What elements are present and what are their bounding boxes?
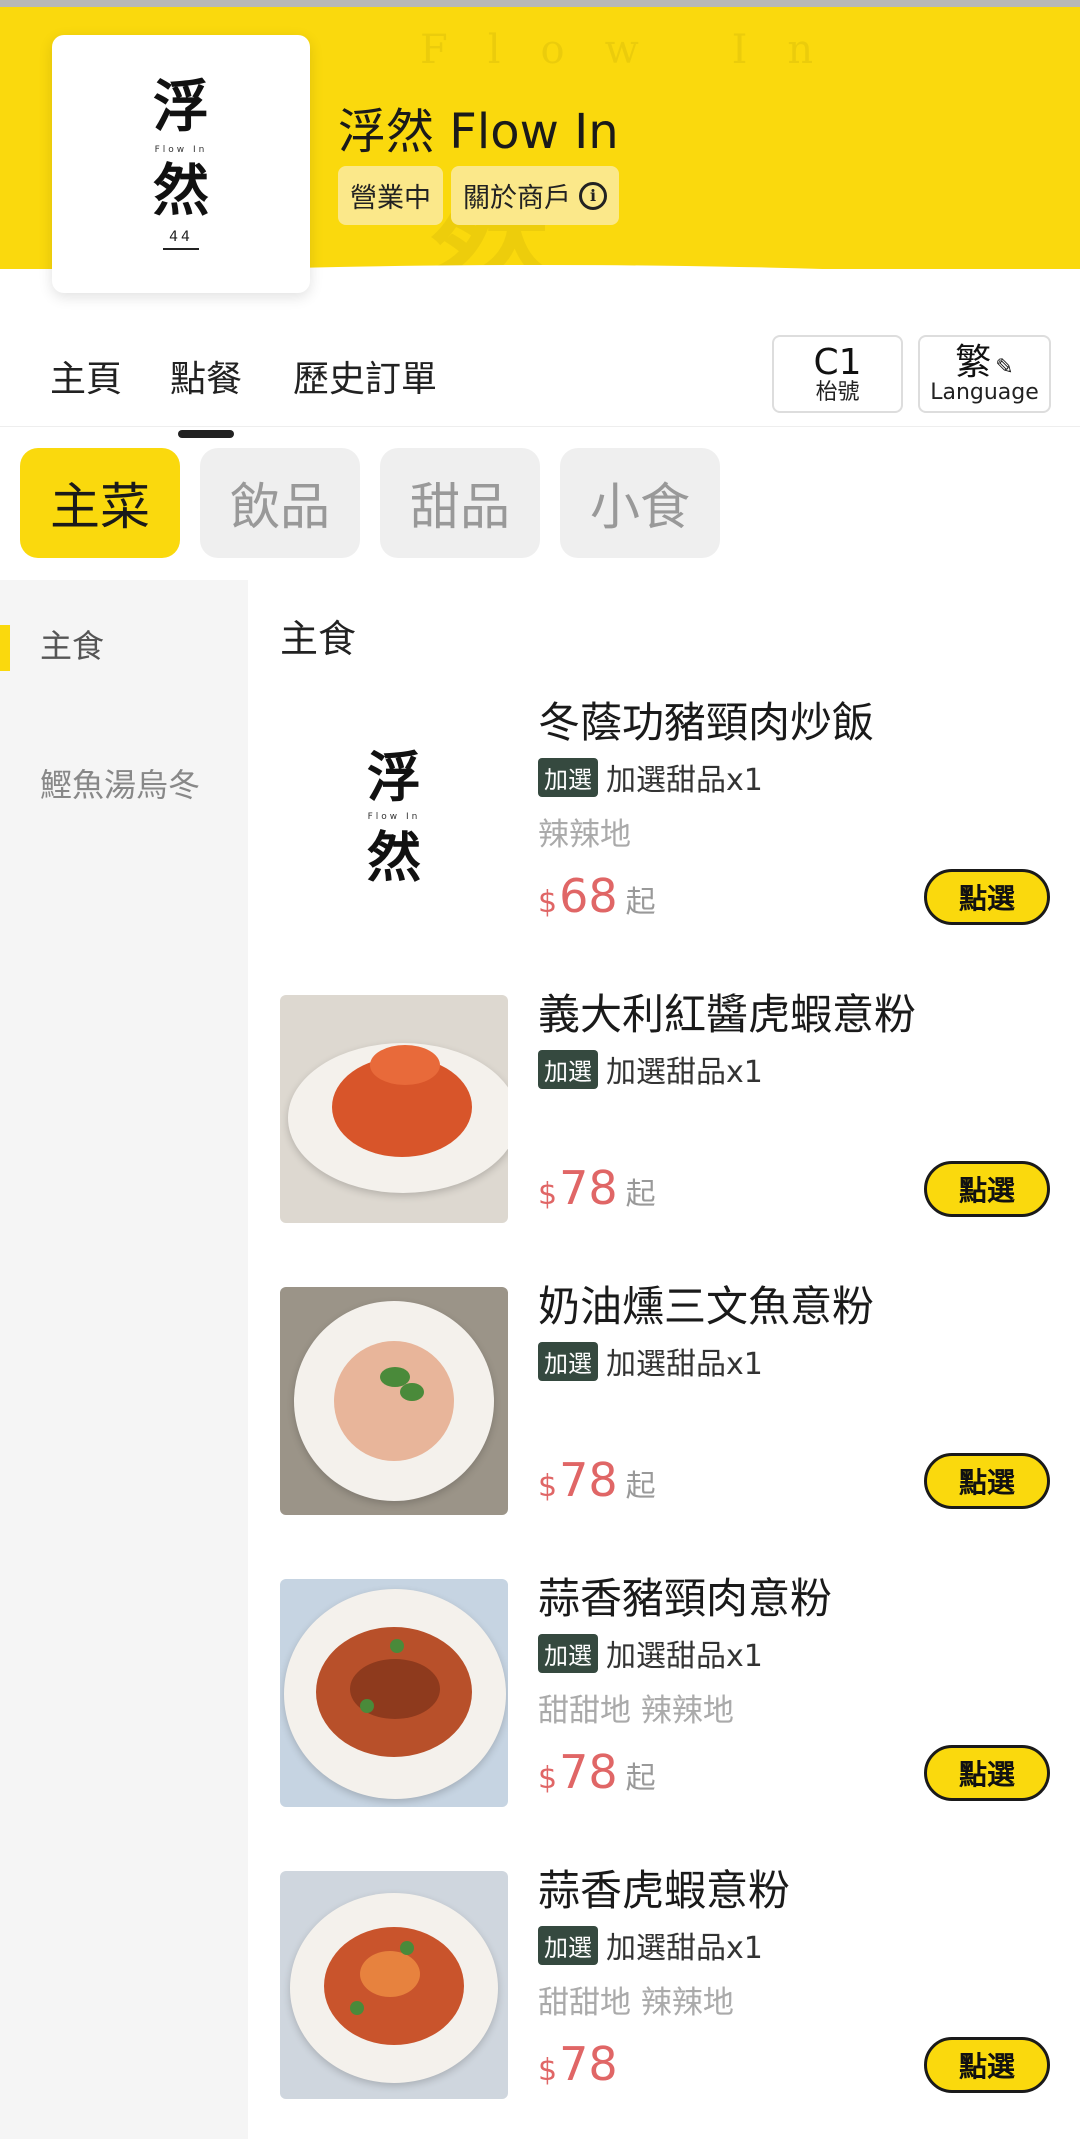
main-nav: 主頁 點餐 歷史訂單 C1 枱號 繁 ✎ Language — [0, 335, 1080, 438]
item-tags: 甜甜地 辣辣地 — [538, 1693, 734, 1729]
addon-text: 加選甜品x1 — [606, 763, 763, 798]
banner-watermark: Flow In — [420, 27, 854, 73]
subcategory-active-indicator — [0, 625, 10, 671]
item-name: 奶油燻三文魚意粉 — [538, 1282, 875, 1331]
item-addon: 加選 加選甜品x1 — [538, 1047, 763, 1091]
language-switcher[interactable]: 繁 ✎ Language — [918, 335, 1051, 413]
logo-number: 44 — [163, 229, 199, 250]
language-current: 繁 ✎ — [955, 341, 1014, 383]
table-number-badge: C1 枱號 — [772, 335, 903, 413]
logo-char-top: 浮 — [153, 73, 209, 140]
category-main-dishes[interactable]: 主菜 — [20, 448, 180, 558]
select-button[interactable]: 點選 — [924, 1745, 1050, 1801]
item-name: 冬蔭功豬頸肉炒飯 — [538, 698, 875, 747]
item-price: $78 起 — [538, 1161, 656, 1215]
select-button[interactable]: 點選 — [924, 2037, 1050, 2093]
select-button[interactable]: 點選 — [924, 1453, 1050, 1509]
category-drinks[interactable]: 飲品 — [200, 448, 360, 558]
item-price: $68 起 — [538, 869, 656, 923]
item-image-pasta — [280, 1287, 508, 1515]
category-tabs: 主菜 飲品 甜品 小食 — [20, 448, 720, 558]
item-addon: 加選 加選甜品x1 — [538, 1923, 763, 1967]
open-status-label: 營業中 — [350, 183, 431, 214]
logo-char-bottom: 然 — [153, 157, 209, 224]
item-tags: 甜甜地 辣辣地 — [538, 1985, 734, 2021]
shop-name: 浮然 Flow In — [338, 104, 619, 160]
logo-subtitle: Flow In — [154, 144, 208, 155]
about-merchant-label: 關於商戶 — [463, 183, 571, 214]
addon-text: 加選甜品x1 — [606, 1347, 763, 1382]
addon-text: 加選甜品x1 — [606, 1639, 763, 1674]
menu-item[interactable]: 奶油燻三文魚意粉 加選 加選甜品x1 $78 起 點選 — [280, 1282, 1050, 1517]
menu-item[interactable]: 浮 Flow In 然 冬蔭功豬頸肉炒飯 加選 加選甜品x1 辣辣地 $68 起 … — [280, 698, 1050, 933]
item-addon: 加選 加選甜品x1 — [538, 755, 763, 799]
item-price: $78 — [538, 2037, 618, 2091]
select-button[interactable]: 點選 — [924, 1161, 1050, 1217]
addon-tag: 加選 — [538, 1049, 598, 1089]
item-name: 蒜香虎蝦意粉 — [538, 1866, 791, 1915]
shop-logo: 浮 Flow In 然 44 — [52, 35, 310, 293]
addon-tag: 加選 — [538, 1341, 598, 1381]
menu-item[interactable]: 義大利紅醬虎蝦意粉 加選 加選甜品x1 $78 起 點選 — [280, 990, 1050, 1225]
item-addon: 加選 加選甜品x1 — [538, 1339, 763, 1383]
section-title: 主食 — [280, 617, 357, 661]
language-label: Language — [930, 380, 1039, 406]
menu-item[interactable]: 蒜香豬頸肉意粉 加選 加選甜品x1 甜甜地 辣辣地 $78 起 點選 — [280, 1574, 1050, 1809]
select-button[interactable]: 點選 — [924, 869, 1050, 925]
subcategory-sidebar — [0, 580, 248, 2139]
about-merchant-button[interactable]: 關於商戶 i — [451, 166, 619, 225]
edit-pencil-icon: ✎ — [995, 354, 1014, 380]
item-image-pasta — [280, 1579, 508, 1807]
subcategory-staple[interactable]: 主食 — [40, 624, 200, 669]
shop-badges: 營業中 關於商戶 i — [338, 166, 619, 225]
category-snacks[interactable]: 小食 — [560, 448, 720, 558]
item-image-pasta — [280, 1871, 508, 2099]
tab-home[interactable]: 主頁 — [50, 350, 122, 402]
addon-tag: 加選 — [538, 1633, 598, 1673]
menu-item[interactable]: 蒜香虎蝦意粉 加選 加選甜品x1 甜甜地 辣辣地 $78 點選 — [280, 1866, 1050, 2101]
item-name: 義大利紅醬虎蝦意粉 — [538, 990, 917, 1039]
subcategory-bonito-udon[interactable]: 鰹魚湯烏冬 — [40, 763, 200, 808]
addon-tag: 加選 — [538, 757, 598, 797]
category-desserts[interactable]: 甜品 — [380, 448, 540, 558]
item-addon: 加選 加選甜品x1 — [538, 1631, 763, 1675]
tab-order[interactable]: 點餐 — [170, 350, 242, 438]
info-icon: i — [579, 181, 607, 210]
item-image-pasta — [280, 995, 508, 1223]
table-number: C1 — [813, 341, 862, 383]
item-price: $78 起 — [538, 1745, 656, 1799]
status-divider — [0, 0, 1080, 7]
table-number-label: 枱號 — [815, 380, 860, 406]
open-status-badge: 營業中 — [338, 166, 443, 225]
item-tags: 辣辣地 — [538, 817, 631, 853]
tab-order-history[interactable]: 歷史訂單 — [293, 350, 437, 402]
addon-text: 加選甜品x1 — [606, 1055, 763, 1090]
addon-text: 加選甜品x1 — [606, 1931, 763, 1966]
item-name: 蒜香豬頸肉意粉 — [538, 1574, 833, 1623]
addon-tag: 加選 — [538, 1925, 598, 1965]
item-image-logo: 浮 Flow In 然 — [280, 703, 508, 931]
item-price: $78 起 — [538, 1453, 656, 1507]
